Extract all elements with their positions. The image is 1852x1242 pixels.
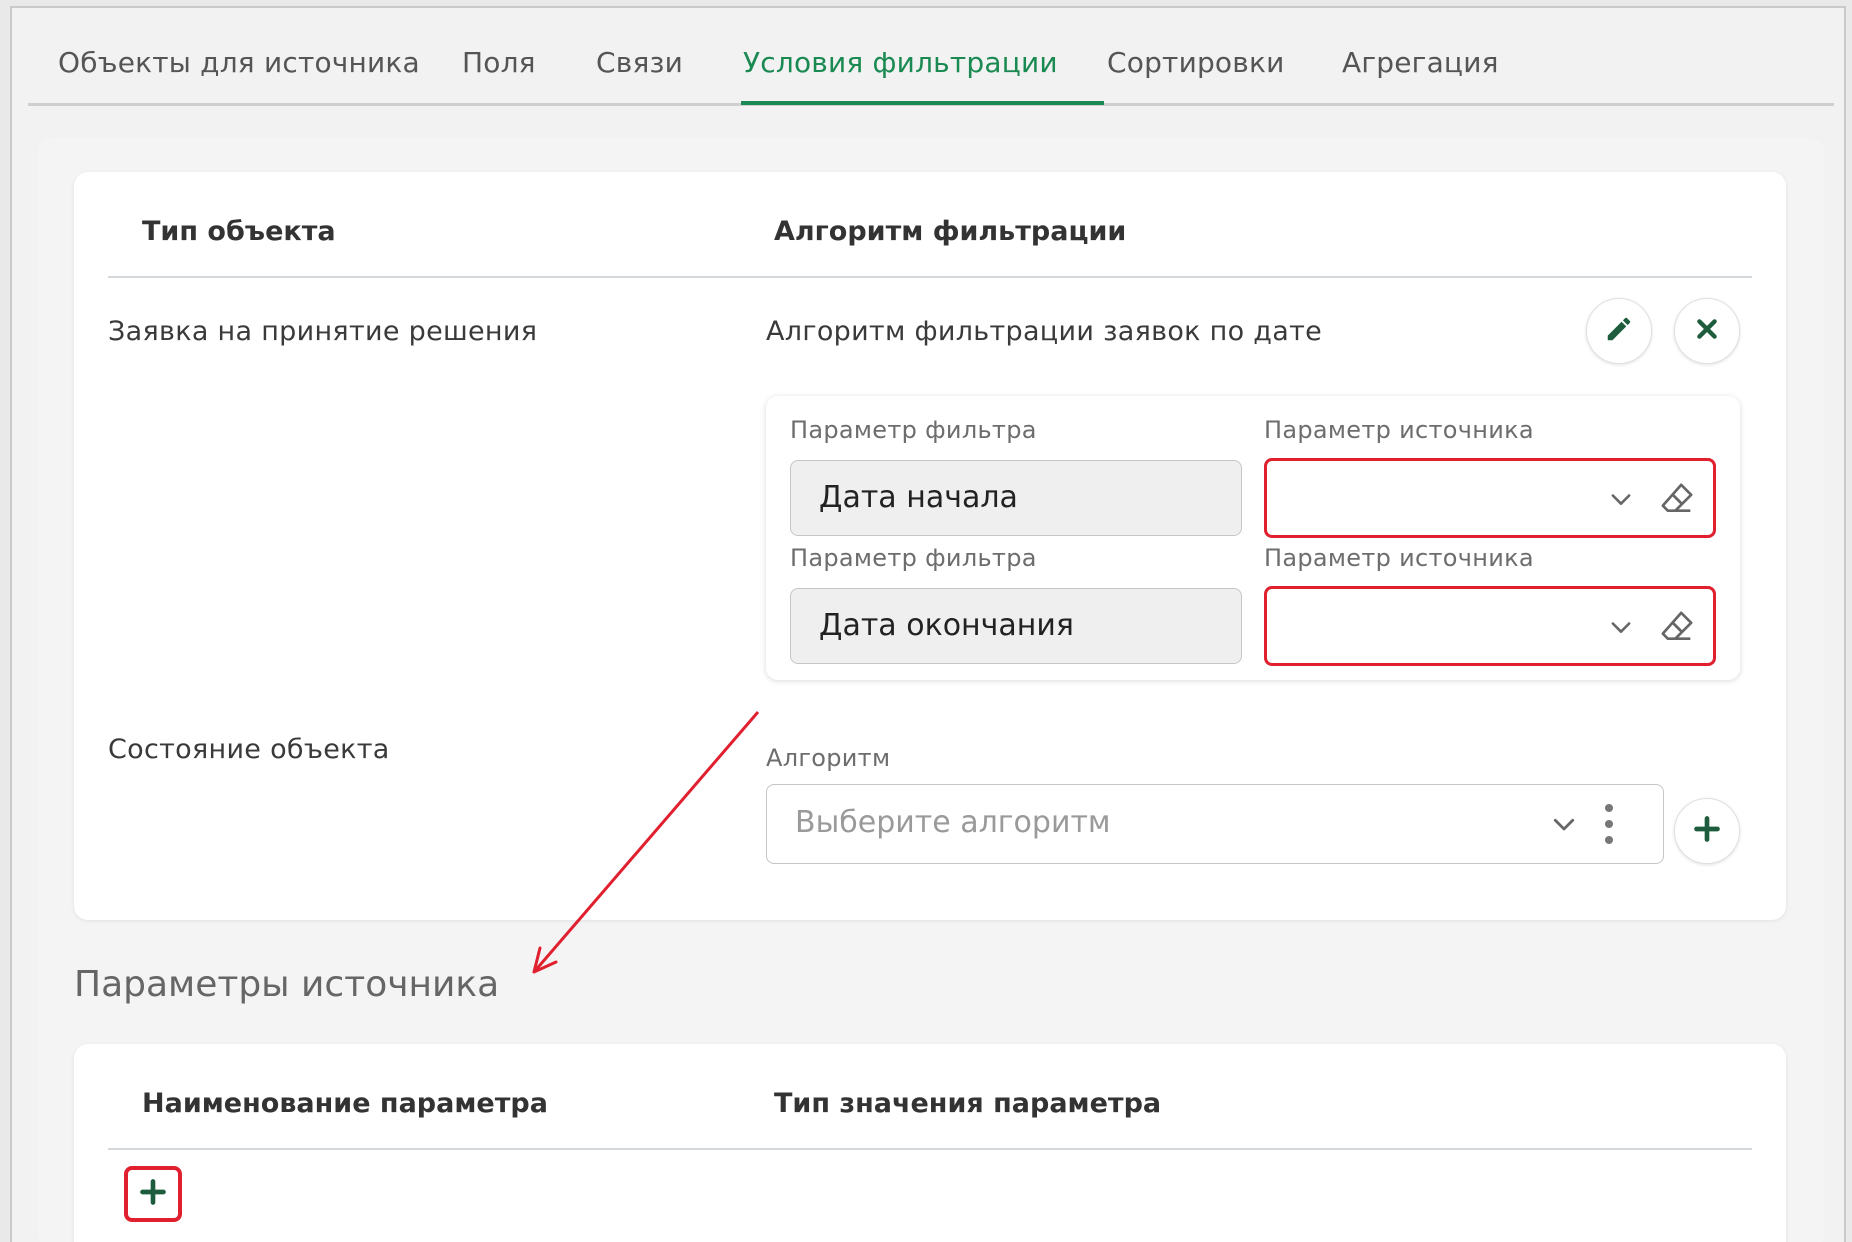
add-algorithm-button[interactable]: [1674, 798, 1740, 864]
close-icon: [1694, 316, 1720, 346]
active-tab-indicator: [741, 101, 1104, 105]
algorithm-select[interactable]: Выберите алгоритм: [766, 784, 1664, 864]
tab-objects-for-source[interactable]: Объекты для источника: [58, 46, 420, 79]
column-header-param-name: Наименование параметра: [142, 1088, 548, 1119]
edit-button[interactable]: [1586, 298, 1652, 364]
header-divider: [108, 1148, 1752, 1150]
tab-sorting[interactable]: Сортировки: [1107, 46, 1284, 79]
plus-icon: [1693, 815, 1721, 847]
add-source-param-button[interactable]: [124, 1166, 182, 1222]
section-title-source-params: Параметры источника: [74, 964, 500, 1005]
tab-filter-conditions[interactable]: Условия фильтрации: [743, 46, 1058, 79]
source-param-label: Параметр источника: [1264, 416, 1534, 444]
column-header-param-value-type: Тип значения параметра: [774, 1088, 1162, 1119]
chevron-down-icon[interactable]: [1607, 613, 1635, 645]
filter-param-field: Дата начала: [790, 460, 1242, 536]
filter-params-panel: Параметр фильтра Параметр источника Дата…: [766, 396, 1740, 680]
pencil-icon: [1604, 314, 1634, 348]
filter-param-label: Параметр фильтра: [790, 544, 1037, 572]
delete-button[interactable]: [1674, 298, 1740, 364]
chevron-down-icon[interactable]: [1549, 809, 1579, 843]
column-header-object-type: Тип объекта: [142, 216, 336, 247]
tab-aggregation[interactable]: Агрегация: [1342, 46, 1499, 79]
filter-param-label: Параметр фильтра: [790, 416, 1037, 444]
algorithm-label: Алгоритм: [766, 744, 891, 772]
tab-bar: Объекты для источника Поля Связи Условия…: [28, 6, 1834, 106]
algorithm-placeholder: Выберите алгоритм: [795, 805, 1111, 840]
source-params-card: Наименование параметра Тип значения пара…: [74, 1044, 1786, 1242]
column-header-filter-algorithm: Алгоритм фильтрации: [774, 216, 1127, 247]
row-algorithm-name: Алгоритм фильтрации заявок по дате: [766, 316, 1323, 347]
header-divider: [108, 276, 1752, 278]
chevron-down-icon[interactable]: [1607, 485, 1635, 517]
row-object-type: Состояние объекта: [108, 734, 390, 765]
source-param-label: Параметр источника: [1264, 544, 1534, 572]
plus-icon: [139, 1178, 167, 1210]
row-object-type: Заявка на принятие решения: [108, 316, 538, 347]
kebab-menu-icon[interactable]: [1603, 803, 1615, 849]
filter-param-field: Дата окончания: [790, 588, 1242, 664]
source-param-select[interactable]: [1264, 458, 1716, 538]
tab-links[interactable]: Связи: [596, 46, 683, 79]
tab-fields[interactable]: Поля: [462, 46, 536, 79]
eraser-icon[interactable]: [1657, 479, 1697, 523]
source-param-select[interactable]: [1264, 586, 1716, 666]
eraser-icon[interactable]: [1657, 607, 1697, 651]
